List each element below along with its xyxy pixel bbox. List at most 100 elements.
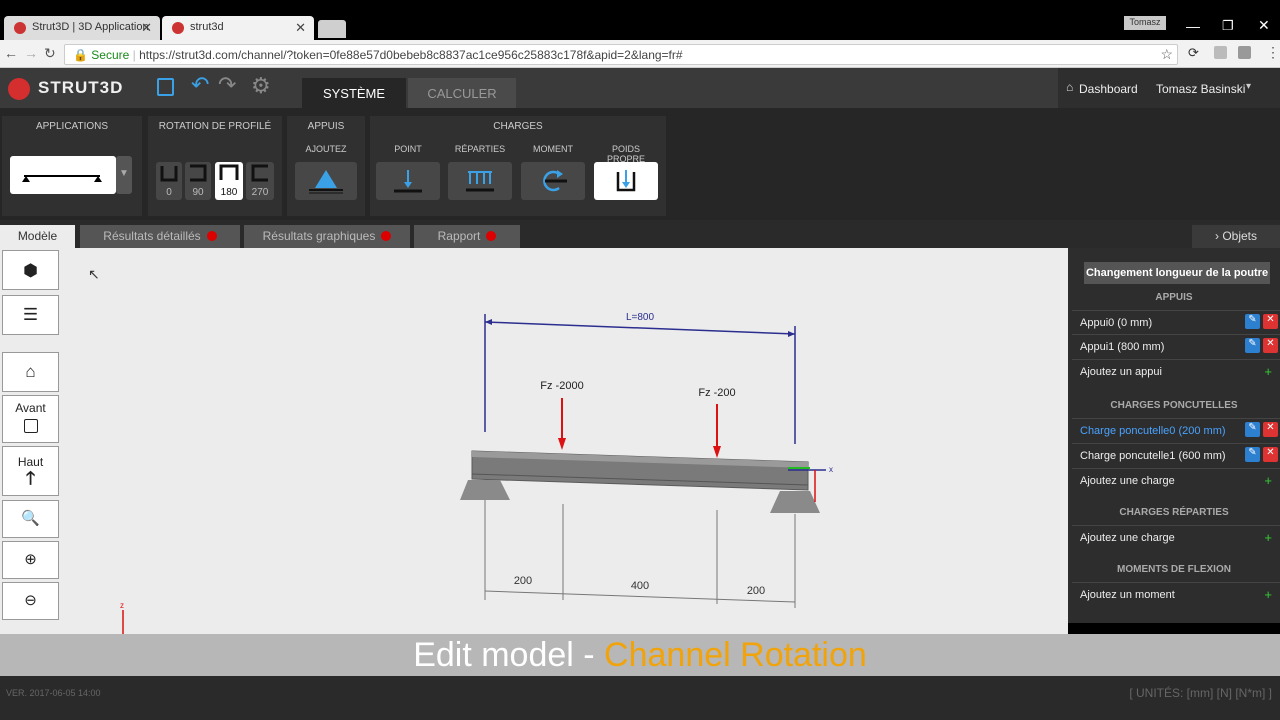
l-arrowhead-left [485, 319, 492, 325]
load2-arrowhead [713, 446, 721, 458]
change-beam-length-button[interactable]: Changement longueur de la poutre [1084, 262, 1270, 284]
secure-label: Secure [91, 48, 130, 62]
model-viewport[interactable]: ⬢ ☰ ⌂ Avant Haut 🡑 🔍 ⊕ ⊖ ↖ L=800 Fz -200… [0, 248, 1068, 634]
delete-x-icon[interactable]: ✕ [1263, 314, 1278, 329]
forward-icon[interactable]: → [24, 45, 38, 61]
list-item-point-load[interactable]: Charge poncutelle1 (600 mm) ✎ ✕ [1072, 443, 1280, 467]
settings-gear-icon[interactable]: ⚙ [251, 73, 271, 99]
back-icon[interactable]: ← [4, 45, 18, 61]
address-bar[interactable]: 🔒 Secure | https://strut3d.com/channel/?… [64, 44, 1178, 65]
load1-label: Fz -2000 [540, 380, 583, 392]
channel-180-icon [219, 164, 239, 180]
self-weight-button[interactable] [594, 162, 658, 200]
list-item-support[interactable]: Appui1 (800 mm) ✎ ✕ [1072, 334, 1280, 358]
tab-modele[interactable]: Modèle [0, 225, 75, 248]
browser-tab-strip: Strut3D | 3D Application ✕ strut3d ✕ Tom… [0, 0, 1280, 40]
rotation-0-button[interactable]: 0 [156, 162, 182, 200]
edit-pencil-icon[interactable]: ✎ [1245, 422, 1260, 437]
browser-tab-active[interactable]: strut3d ✕ [162, 16, 314, 40]
new-tab-button[interactable] [318, 20, 346, 38]
add-distributed-load-row[interactable]: Ajoutez une charge + [1072, 525, 1280, 549]
tab-resultats-detailles[interactable]: Résultats détaillés [80, 225, 240, 248]
moments-header: MOMENTS DE FLEXION [1117, 564, 1231, 575]
point-load-button[interactable] [376, 162, 440, 200]
dashboard-link[interactable]: Dashboard [1079, 82, 1138, 96]
delete-x-icon[interactable]: ✕ [1263, 422, 1278, 437]
edit-pencil-icon[interactable]: ✎ [1245, 314, 1260, 329]
loads-group: CHARGES POINT RÉPARTIES MOMENT POIDS PRO… [370, 116, 666, 216]
menu-kebab-icon[interactable]: ⋮ [1266, 44, 1280, 61]
rotation-270-button[interactable]: 270 [246, 162, 274, 200]
chevron-right-icon: › [1214, 229, 1219, 243]
beam-type-dropdown-icon[interactable]: ▼ [116, 156, 132, 194]
channel-90-icon [190, 164, 207, 182]
redo-icon[interactable]: ↷ [218, 72, 236, 98]
supports-group: APPUIS AJOUTEZ [287, 116, 365, 216]
delete-x-icon[interactable]: ✕ [1263, 447, 1278, 462]
l-dimension-line [484, 321, 796, 335]
plus-icon[interactable]: + [1264, 473, 1272, 488]
global-z-label: z [120, 601, 124, 610]
home-icon[interactable]: ⌂ [1066, 80, 1073, 94]
tab-calculer[interactable]: CALCULER [408, 78, 516, 108]
channel-270-icon [251, 164, 268, 182]
tab-systeme[interactable]: SYSTÈME [302, 78, 406, 108]
rotation-90-button[interactable]: 90 [185, 162, 211, 200]
close-tab-icon[interactable]: ✕ [141, 20, 152, 36]
tab-resultats-graphiques[interactable]: Résultats graphiques [244, 225, 410, 248]
extension-g-icon[interactable] [1214, 46, 1227, 59]
moment-button[interactable] [521, 162, 585, 200]
beam-type-select[interactable] [10, 156, 116, 194]
video-caption: Edit model - Channel Rotation [0, 634, 1280, 676]
rotation-group: ROTATION DE PROFILÉ 0 90 180 270 [148, 116, 282, 216]
rotation-180-button[interactable]: 180 [215, 162, 243, 200]
self-weight-icon [616, 170, 636, 192]
browser-toolbar: ← → ↻ 🔒 Secure | https://strut3d.com/cha… [0, 40, 1280, 68]
edit-pencil-icon[interactable]: ✎ [1245, 338, 1260, 353]
lock-icon: 🔒 [73, 48, 88, 62]
load1-arrowhead [558, 438, 566, 450]
version-label: VER. 2017-06-05 14:00 [6, 688, 101, 698]
url-text: https://strut3d.com/channel/?token=0fe88… [139, 48, 683, 62]
close-tab-icon[interactable]: ✕ [295, 20, 306, 36]
status-footer: VER. 2017-06-05 14:00 [ UNITÉS: [mm] [N]… [0, 676, 1280, 720]
beam-scene[interactable]: L=800 Fz -2000 Fz -200 x 200 400 200 z [0, 248, 1068, 634]
plus-icon[interactable]: + [1264, 587, 1272, 602]
bookmark-star-icon[interactable]: ☆ [1160, 46, 1173, 63]
app-header: STRUT3D ↶ ↷ ⚙ SYSTÈME CALCULER ⌂ Dashboa… [0, 68, 1280, 108]
plus-icon[interactable]: + [1264, 530, 1272, 545]
user-menu[interactable]: Tomasz Basinski [1156, 82, 1245, 96]
add-point-load-row[interactable]: Ajoutez une charge + [1072, 468, 1280, 492]
delete-x-icon[interactable]: ✕ [1263, 338, 1278, 353]
moment-arc-icon [543, 170, 567, 192]
save-icon[interactable] [157, 78, 174, 96]
objects-toggle[interactable]: › Objets [1192, 225, 1280, 248]
maximize-icon[interactable]: ❐ [1222, 18, 1234, 34]
add-support-row[interactable]: Ajoutez un appui + [1072, 359, 1280, 383]
undo-icon[interactable]: ↶ [191, 72, 209, 98]
minimize-icon[interactable]: — [1186, 18, 1200, 34]
browser-tab[interactable]: Strut3D | 3D Application ✕ [4, 16, 160, 40]
plus-icon[interactable]: + [1264, 364, 1272, 379]
add-support-button[interactable] [295, 162, 357, 200]
sync-extension-icon[interactable]: ⟳ [1188, 45, 1199, 61]
left-support [460, 480, 510, 500]
strut3d-favicon-icon [172, 22, 184, 34]
applications-group: APPLICATIONS ▼ [2, 116, 142, 216]
list-item-point-load-selected[interactable]: Charge poncutelle0 (200 mm) ✎ ✕ [1072, 418, 1280, 442]
tab-rapport[interactable]: Rapport [414, 225, 520, 248]
reload-icon[interactable]: ↻ [44, 45, 56, 62]
view-tabs: Modèle Résultats détaillés Résultats gra… [0, 220, 1280, 248]
units-label: [ UNITÉS: [mm] [N] [N*m] ] [1129, 686, 1272, 700]
chevron-down-icon[interactable]: ▾ [1246, 81, 1251, 92]
list-item-support[interactable]: Appui0 (0 mm) ✎ ✕ [1072, 310, 1280, 334]
add-moment-row[interactable]: Ajoutez un moment + [1072, 582, 1280, 606]
status-dot-icon [381, 231, 392, 241]
edit-pencil-icon[interactable]: ✎ [1245, 447, 1260, 462]
extension-icon[interactable] [1238, 46, 1251, 59]
close-window-icon[interactable]: ✕ [1258, 17, 1270, 34]
profile-badge[interactable]: Tomasz [1124, 16, 1166, 30]
point-loads-header: CHARGES PONCUTELLES [1110, 400, 1238, 411]
status-dot-icon [486, 231, 497, 241]
distributed-load-button[interactable] [448, 162, 512, 200]
